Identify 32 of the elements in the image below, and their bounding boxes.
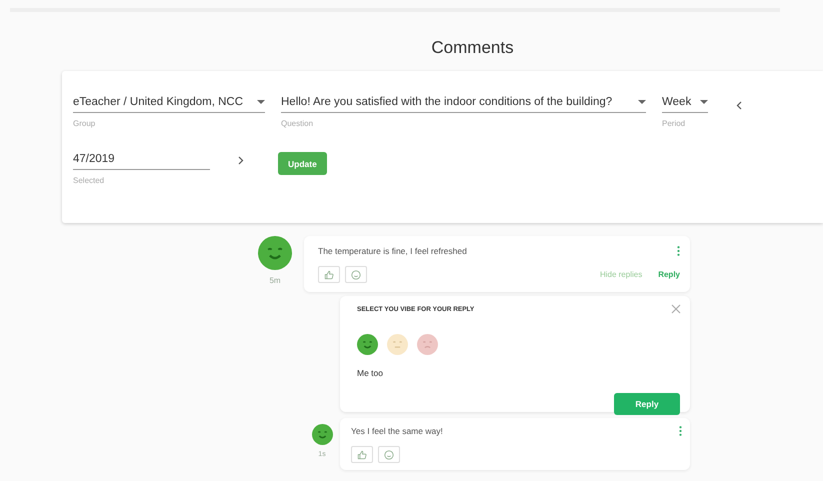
thumbs-up-icon	[357, 450, 367, 460]
like-button[interactable]	[351, 446, 373, 463]
comment-text: The temperature is fine, I feel refreshed	[318, 246, 467, 256]
comment-time: 5m	[269, 276, 281, 285]
vibe-option[interactable]	[357, 334, 378, 355]
comment-text: Yes I feel the same way!	[351, 426, 443, 436]
page-title: Comments	[431, 38, 514, 57]
reply-input[interactable]: Me too	[357, 368, 557, 378]
field-label: Group	[73, 119, 96, 128]
field-label: Period	[662, 119, 686, 128]
smiley-icon	[351, 270, 361, 280]
thumbs-up-icon	[324, 270, 334, 280]
react-button[interactable]	[378, 446, 400, 463]
input-field[interactable]: 47/2019	[73, 152, 210, 170]
field-label: Question	[281, 119, 314, 128]
smiley-icon	[384, 450, 394, 460]
more-options-icon[interactable]	[677, 246, 680, 256]
avatar	[258, 236, 292, 270]
chevron-right-icon[interactable]	[238, 156, 244, 165]
react-button[interactable]	[345, 266, 367, 283]
dropdown-field[interactable]: Week	[662, 95, 708, 113]
like-button[interactable]	[318, 266, 340, 283]
caret-icon	[257, 100, 265, 104]
caret-icon	[638, 100, 646, 104]
dropdown-field[interactable]: Hello! Are you satisfied with the indoor conditions of the building?	[281, 95, 646, 113]
dropdown-field[interactable]: eTeacher / United Kingdom, NCC	[73, 95, 265, 113]
field-label: Selected	[73, 176, 106, 185]
close-icon[interactable]	[671, 304, 681, 314]
avatar	[312, 424, 332, 445]
chevron-left-icon[interactable]	[736, 101, 742, 110]
caret-icon	[700, 100, 708, 104]
more-options-icon[interactable]	[679, 426, 682, 436]
